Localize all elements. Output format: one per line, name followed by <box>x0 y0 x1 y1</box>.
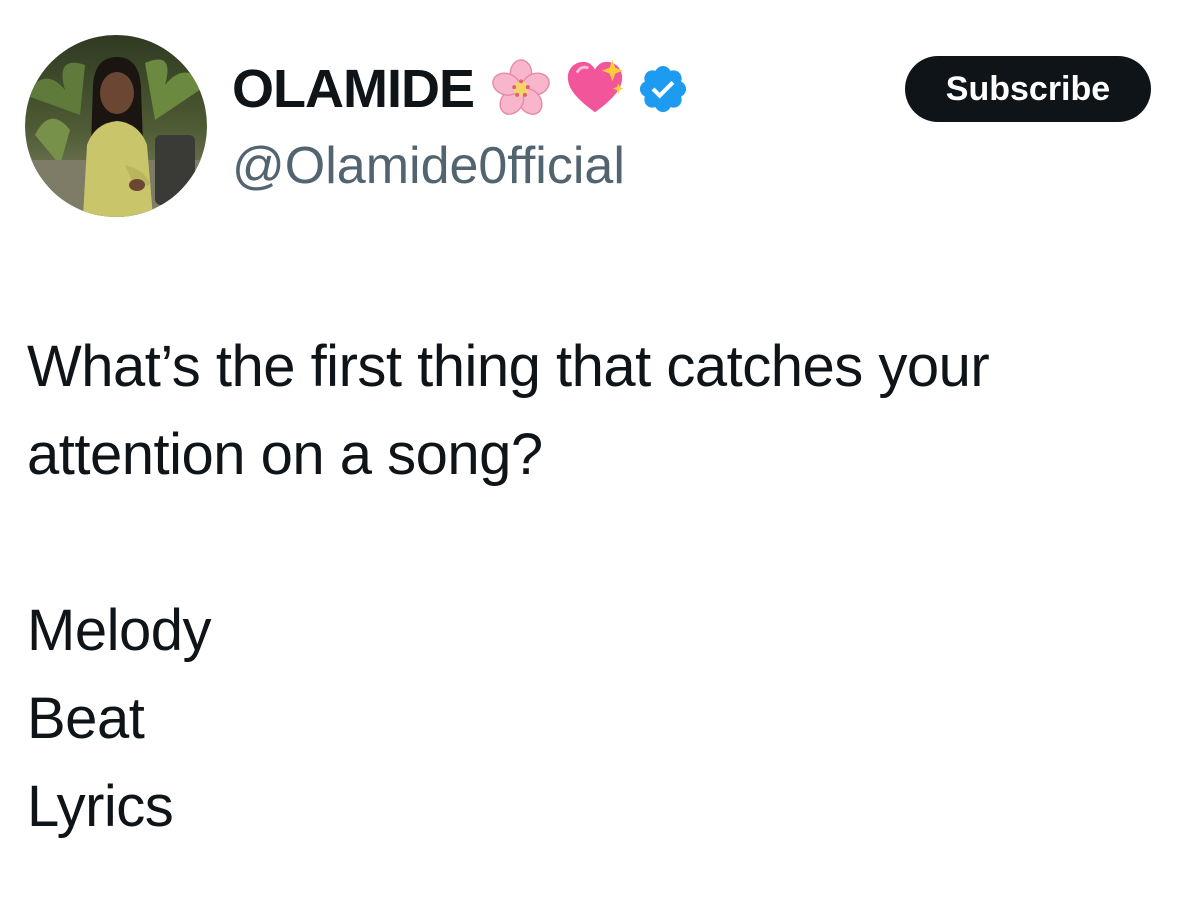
subscribe-button[interactable]: Subscribe <box>905 56 1151 122</box>
name-row: OLAMIDE <box>232 57 690 121</box>
avatar-photo <box>25 35 207 217</box>
option-beat: Beat <box>27 686 145 751</box>
tweet-line: attention on a song? <box>27 422 543 487</box>
verified-badge-icon[interactable] <box>636 62 690 116</box>
user-handle[interactable]: @Olamide0fficial <box>232 136 625 196</box>
tweet-text: What’s the first thing that catches your… <box>27 323 1177 851</box>
option-lyrics: Lyrics <box>27 774 174 839</box>
display-name[interactable]: OLAMIDE <box>232 57 475 121</box>
tweet-line: What’s the first thing that catches your <box>27 334 990 399</box>
option-melody: Melody <box>27 598 211 663</box>
sparkling-heart-icon <box>564 58 626 120</box>
cherry-blossom-icon <box>490 58 552 120</box>
avatar[interactable] <box>25 35 207 217</box>
